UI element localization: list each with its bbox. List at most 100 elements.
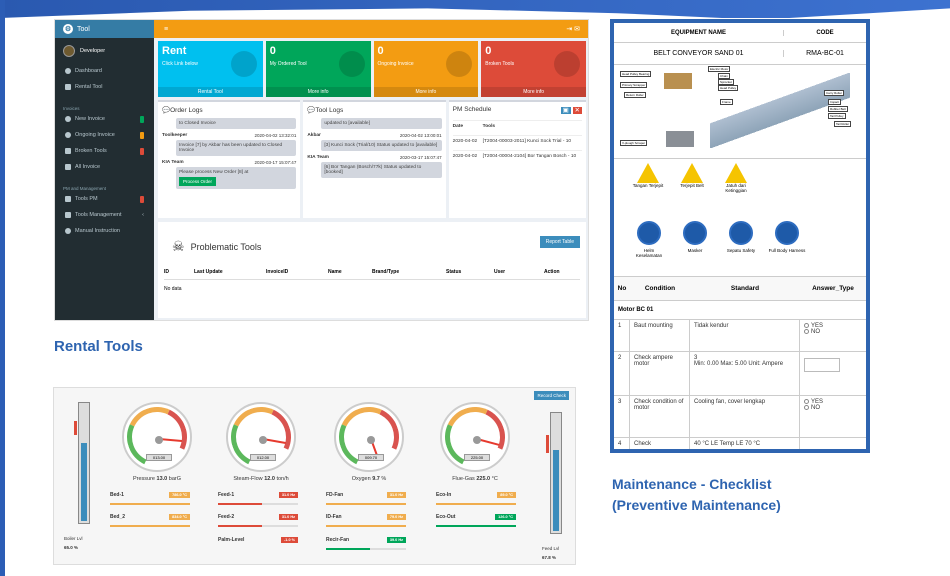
row-standard: Tidak kendur bbox=[690, 320, 800, 351]
diagram-label: Impact bbox=[828, 99, 842, 105]
table-row: 2 Check ampere motor 3 Min: 0.00 Max: 5.0… bbox=[614, 352, 866, 396]
tool-logs-panel: 💬Tool Logs updated to [available] Akbar 2… bbox=[303, 100, 446, 218]
panel-buttons[interactable]: ▣ ✕ bbox=[560, 106, 582, 114]
cart-icon bbox=[230, 51, 257, 77]
metric-name: Recir-Fan bbox=[326, 537, 350, 543]
box-footer-link[interactable]: More info bbox=[265, 87, 371, 97]
sidebar-item-broken-tools[interactable]: Broken Tools ​ bbox=[55, 143, 154, 159]
metric-value: 31.0 Hz bbox=[386, 492, 406, 498]
checklist-table-header: No Condition Standard Answer_Type bbox=[614, 277, 866, 301]
sidebar-item-ongoing-invoice[interactable]: Ongoing Invoice ​ bbox=[55, 127, 154, 143]
row-number: 3 bbox=[614, 396, 630, 437]
box-ordered[interactable]: 0 My Ordered Tool More info bbox=[265, 41, 371, 97]
pm-schedule-panel: PM Schedule ▣ ✕ Date Tools 2020-04-02 [T200… bbox=[448, 100, 586, 218]
metric-name: Eco-In bbox=[436, 492, 452, 498]
process-order-button[interactable]: Process Order bbox=[179, 177, 217, 186]
sidebar-item-tools-management[interactable]: Tools Management ‹ bbox=[55, 207, 154, 223]
col-date: Date bbox=[452, 124, 464, 129]
sidebar-item-tools-pm[interactable]: Tools PM ​ bbox=[55, 191, 154, 207]
sidebar-item-manual[interactable]: Manual Instruction bbox=[55, 223, 154, 239]
box-footer-link[interactable]: Rental Tool bbox=[158, 87, 263, 97]
row-standard: 40 °C LE Temp LE 70 °C bbox=[690, 438, 800, 449]
maintenance-checklist: EQUIPMENT NAME CODE BELT CONVEYOR SAND 01… bbox=[610, 19, 870, 453]
sidebar-item-dashboard[interactable]: Dashboard bbox=[55, 63, 154, 79]
standard-range: Min: 0.00 Max: 5.00 Unit: Ampere bbox=[694, 361, 784, 367]
pressure-label: Pressure 13.0 barG bbox=[107, 476, 207, 482]
equipment-code: RMA-BC-01 bbox=[806, 50, 844, 57]
metric-value: 79.0 Hz bbox=[386, 514, 406, 520]
brand[interactable]: ⚙ Tool bbox=[55, 20, 154, 38]
radio-label: NO bbox=[811, 405, 820, 412]
report-table-button[interactable]: Report Table bbox=[539, 235, 580, 248]
row-answer bbox=[800, 438, 866, 449]
sidebar-item-rental-tool[interactable]: Rental Tool bbox=[55, 79, 154, 95]
diagram-label: Rubber Belt bbox=[828, 106, 848, 112]
metric-fill bbox=[218, 503, 262, 505]
pm-date: 2020-04-02 bbox=[452, 154, 478, 159]
topbar-icons[interactable]: ⇥ ✉ bbox=[566, 25, 580, 33]
warning-icon bbox=[681, 163, 703, 183]
gauge-hub bbox=[155, 436, 163, 444]
warning-pinch-hand: Tangan Terjepit bbox=[632, 163, 664, 213]
close-icon[interactable]: ✕ bbox=[572, 107, 582, 114]
mandatory-label: Masker bbox=[687, 248, 703, 253]
section-pm: PM and Management bbox=[63, 186, 107, 191]
metric-fill bbox=[326, 525, 406, 527]
diagram-label: V-plough Scraper bbox=[620, 140, 648, 146]
sidebar-label: Tools PM bbox=[75, 196, 98, 202]
user-panel[interactable]: Developer bbox=[55, 38, 154, 63]
metric-fd-fan: FD-Fan 31.0 Hz bbox=[326, 492, 406, 498]
metric-bed-2: Bed_2 834.0 °C bbox=[110, 514, 190, 520]
dashboard-icon bbox=[65, 68, 71, 74]
equipment-name: BELT CONVEYOR SAND 01 bbox=[614, 50, 784, 57]
chat-message: [6] Bor Tangan (Bosch/77k) Status update… bbox=[321, 162, 442, 178]
col-code: CODE bbox=[816, 29, 834, 36]
radio-circle bbox=[804, 329, 809, 335]
box-broken[interactable]: 0 Broken Tools More info bbox=[481, 41, 586, 97]
box-rent[interactable]: Rent Click Link below Rental Tool bbox=[158, 41, 263, 97]
col-equipment-name: EQUIPMENT NAME bbox=[614, 29, 784, 36]
box-footer-link[interactable]: More info bbox=[373, 87, 479, 97]
metric-line bbox=[326, 548, 406, 550]
row-number: 4 bbox=[614, 438, 630, 449]
dial-value: 12.0 bbox=[264, 476, 275, 482]
question-icon bbox=[65, 228, 71, 234]
col-header: Action bbox=[544, 269, 560, 275]
row-condition: Check bbox=[630, 438, 690, 449]
col-header: Name bbox=[328, 269, 342, 275]
record-check-button[interactable]: Record Check bbox=[534, 391, 569, 400]
pm-row[interactable]: 2020-04-02 [T2004-00003-2011] Kunci Sock … bbox=[452, 135, 582, 144]
box-footer-link[interactable]: More info bbox=[481, 87, 586, 97]
answer-input[interactable] bbox=[804, 358, 840, 372]
order-logs-panel: 💬Order Logs to Closed Invoice Toolkeeper… bbox=[158, 100, 301, 218]
sidebar-item-new-invoice[interactable]: New Invoice ​ bbox=[55, 111, 154, 127]
conveyor-diagram: Head Pulley Bearing Primary Scrapper Ret… bbox=[614, 65, 866, 159]
pressure-gauge: 013.00 bbox=[118, 398, 196, 476]
problem-table-header: ID Last Update InvoiceID Name Brand/Type… bbox=[164, 269, 580, 280]
dial-value: 225.0 bbox=[476, 476, 491, 482]
chat-time: 2020-03-17 15:07:47 bbox=[399, 155, 442, 160]
chat-message: updated to [available] bbox=[321, 118, 442, 129]
metric-recir-fan: Recir-Fan 39.0 Hz bbox=[326, 537, 406, 543]
no-radio[interactable]: NO bbox=[804, 329, 820, 335]
caption-line-2: (Preventive Maintenance) bbox=[612, 497, 781, 513]
dial-unit: °C bbox=[491, 476, 498, 482]
feed-level-bar bbox=[546, 412, 562, 534]
calendar-icon[interactable]: ▣ bbox=[560, 107, 571, 114]
box-ongoing[interactable]: 0 Ongoing Invoice More info bbox=[373, 41, 479, 97]
gauge-display: 225.00 bbox=[464, 454, 490, 461]
oxygen-label: Oxygen 9.7 % bbox=[319, 476, 419, 482]
info-boxes: Rent Click Link below Rental Tool 0 My Orde… bbox=[154, 38, 588, 100]
pm-row[interactable]: 2020-04-02 [T2004-00004-2104] Bor Tangan … bbox=[452, 150, 582, 159]
mandatory-mask: Masker bbox=[676, 221, 714, 272]
section-invoices: Invoices bbox=[63, 106, 80, 111]
database-icon bbox=[65, 212, 71, 218]
gauge-display: 009.70 bbox=[358, 454, 384, 461]
warning-signs: Tangan Terjepit Terjepit Belt Jatuh dari… bbox=[614, 159, 866, 217]
boiler-level-value: 65.0 % bbox=[64, 545, 79, 550]
menu-toggle-icon[interactable]: ≡ bbox=[164, 26, 168, 33]
photo-scraper bbox=[666, 131, 694, 147]
sidebar-item-all-invoice[interactable]: All Invoice bbox=[55, 159, 154, 175]
no-radio[interactable]: NO bbox=[804, 405, 820, 411]
metric-line bbox=[326, 503, 406, 505]
